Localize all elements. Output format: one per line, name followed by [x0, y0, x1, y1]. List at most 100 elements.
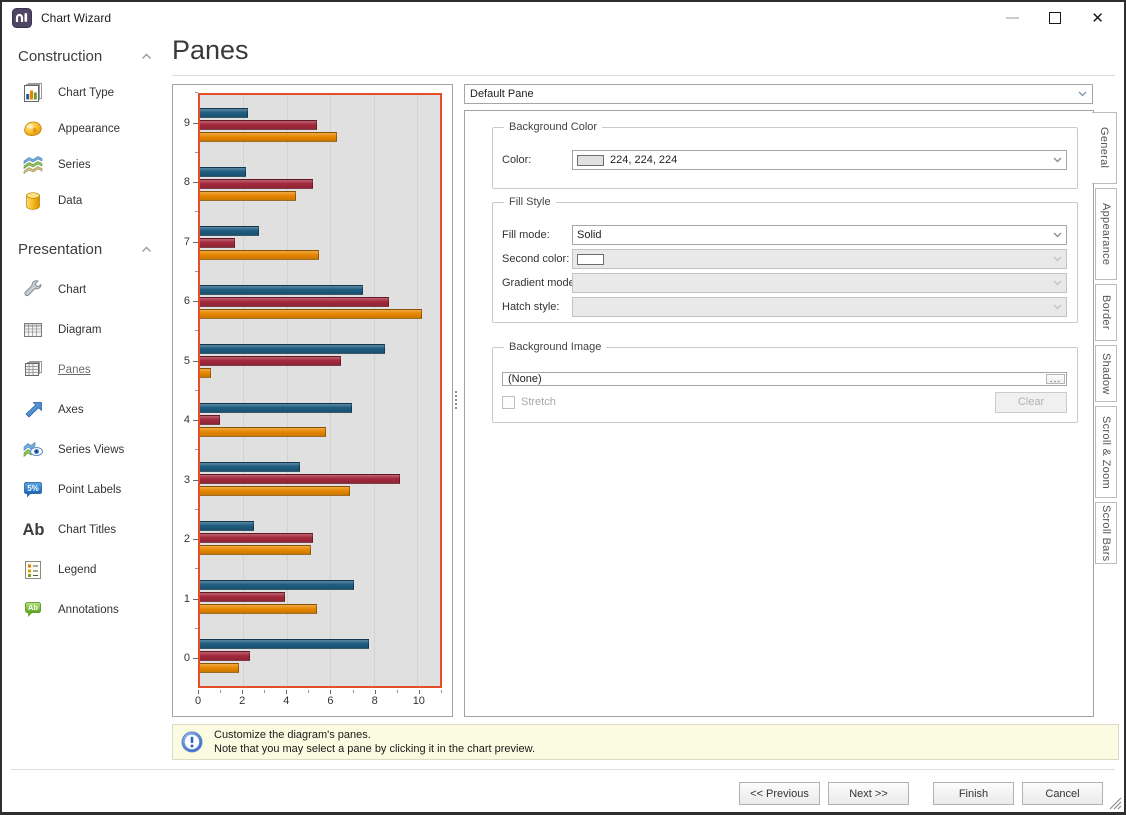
bar [200, 580, 354, 590]
sidebar-item-chart[interactable]: Chart [16, 270, 168, 310]
background-image-field[interactable]: (None) ... [502, 372, 1067, 386]
y-axis-label: 3 [184, 474, 190, 486]
section-label: Construction [18, 48, 102, 65]
sidebar: Construction Chart Type [2, 34, 168, 812]
sidebar-item-diagram[interactable]: Diagram [16, 310, 168, 350]
info-icon [181, 731, 203, 753]
bar [200, 533, 313, 543]
y-axis-label: 6 [184, 295, 190, 307]
bar [200, 356, 341, 366]
tab-scroll-bars[interactable]: Scroll Bars [1095, 502, 1117, 564]
footer-separator [11, 769, 1115, 770]
bar [200, 545, 311, 555]
bar [200, 651, 250, 661]
color-label: Color: [502, 154, 572, 166]
cancel-button[interactable]: Cancel [1022, 782, 1103, 805]
bar [200, 108, 248, 118]
bar-group [200, 390, 440, 449]
bar-group [200, 213, 440, 272]
bar [200, 297, 389, 307]
group-title: Background Image [504, 341, 606, 353]
bar [200, 238, 235, 248]
bar [200, 462, 300, 472]
bar [200, 120, 317, 130]
tab-shadow[interactable]: Shadow [1095, 345, 1117, 402]
sidebar-item-chart-type[interactable]: Chart Type [16, 75, 168, 111]
sidebar-item-annotations[interactable]: Ab Annotations [16, 590, 168, 630]
sidebar-item-series-views[interactable]: Series Views [16, 430, 168, 470]
previous-button[interactable]: << Previous [739, 782, 820, 805]
section-header-presentation[interactable]: Presentation [16, 239, 168, 260]
color-value: 224, 224, 224 [610, 154, 677, 166]
second-color-combo [572, 249, 1067, 269]
bar-group [200, 272, 440, 331]
sidebar-item-data[interactable]: Data [16, 183, 168, 219]
finish-button[interactable]: Finish [933, 782, 1014, 805]
maximize-icon[interactable] [1049, 12, 1061, 24]
section-header-construction[interactable]: Construction [16, 46, 168, 67]
bar [200, 191, 296, 201]
bar [200, 604, 317, 614]
x-axis-label: 8 [372, 695, 378, 707]
svg-text:5%: 5% [27, 484, 39, 493]
svg-text:Ab: Ab [23, 521, 45, 539]
y-axis-label: 0 [184, 652, 190, 664]
gradient-mode-combo [572, 273, 1067, 293]
bar [200, 592, 285, 602]
minimize-icon[interactable] [1006, 17, 1019, 19]
bar-group [200, 154, 440, 213]
sidebar-item-label: Annotations [58, 604, 119, 616]
bar [200, 285, 363, 295]
diagram-icon [21, 318, 45, 342]
color-swatch [577, 155, 604, 166]
browse-button[interactable]: ... [1046, 374, 1065, 384]
chevron-down-icon [1053, 280, 1062, 286]
tab-appearance[interactable]: Appearance [1095, 188, 1117, 280]
sidebar-item-label: Chart Type [58, 87, 114, 99]
bar [200, 427, 326, 437]
data-icon [21, 189, 45, 213]
y-axis-label: 5 [184, 355, 190, 367]
tab-scroll-zoom[interactable]: Scroll & Zoom [1095, 406, 1117, 498]
sidebar-item-chart-titles[interactable]: Ab Chart Titles [16, 510, 168, 550]
title-separator [172, 75, 1115, 76]
sidebar-item-series[interactable]: Series [16, 147, 168, 183]
x-axis-label: 6 [327, 695, 333, 707]
resize-grip-icon[interactable] [1109, 797, 1122, 810]
stretch-label: Stretch [521, 396, 556, 408]
sidebar-item-point-labels[interactable]: 5% Point Labels [16, 470, 168, 510]
pane-selector-value: Default Pane [470, 88, 534, 100]
background-image-group: Background Image (None) ... Stretch Clea… [492, 347, 1078, 423]
pane-settings-panel: Background Color Color: 224, 224, 224 Fi… [464, 110, 1094, 717]
chart-plot-pane[interactable] [198, 93, 442, 688]
wrench-icon [21, 278, 45, 302]
background-color-combo[interactable]: 224, 224, 224 [572, 150, 1067, 170]
chevron-down-icon [1053, 304, 1062, 310]
chevron-down-icon [1053, 157, 1062, 163]
series-views-icon [21, 438, 45, 462]
sidebar-item-axes[interactable]: Axes [16, 390, 168, 430]
bar [200, 250, 319, 260]
close-icon[interactable]: ✕ [1091, 11, 1104, 26]
tab-border[interactable]: Border [1095, 284, 1117, 341]
y-axis-label: 7 [184, 236, 190, 248]
bar [200, 132, 337, 142]
chevron-down-icon [1053, 256, 1062, 262]
app-icon [12, 8, 32, 28]
chevron-down-icon [1078, 91, 1087, 97]
point-labels-icon: 5% [21, 478, 45, 502]
y-axis-label: 2 [184, 533, 190, 545]
sidebar-item-appearance[interactable]: Appearance [16, 111, 168, 147]
splitter-handle[interactable] [455, 391, 457, 409]
sidebar-item-legend[interactable]: Legend [16, 550, 168, 590]
gradient-mode-label: Gradient mode: [502, 277, 572, 289]
pane-selector-combo[interactable]: Default Pane [464, 84, 1093, 104]
y-axis-label: 9 [184, 117, 190, 129]
tab-general[interactable]: General [1092, 112, 1117, 184]
sidebar-item-panes[interactable]: Panes [16, 350, 168, 390]
fill-mode-combo[interactable]: Solid [572, 225, 1067, 245]
next-button[interactable]: Next >> [828, 782, 909, 805]
x-axis-label: 4 [283, 695, 289, 707]
x-axis-label: 0 [195, 695, 201, 707]
sidebar-item-label: Diagram [58, 324, 101, 336]
